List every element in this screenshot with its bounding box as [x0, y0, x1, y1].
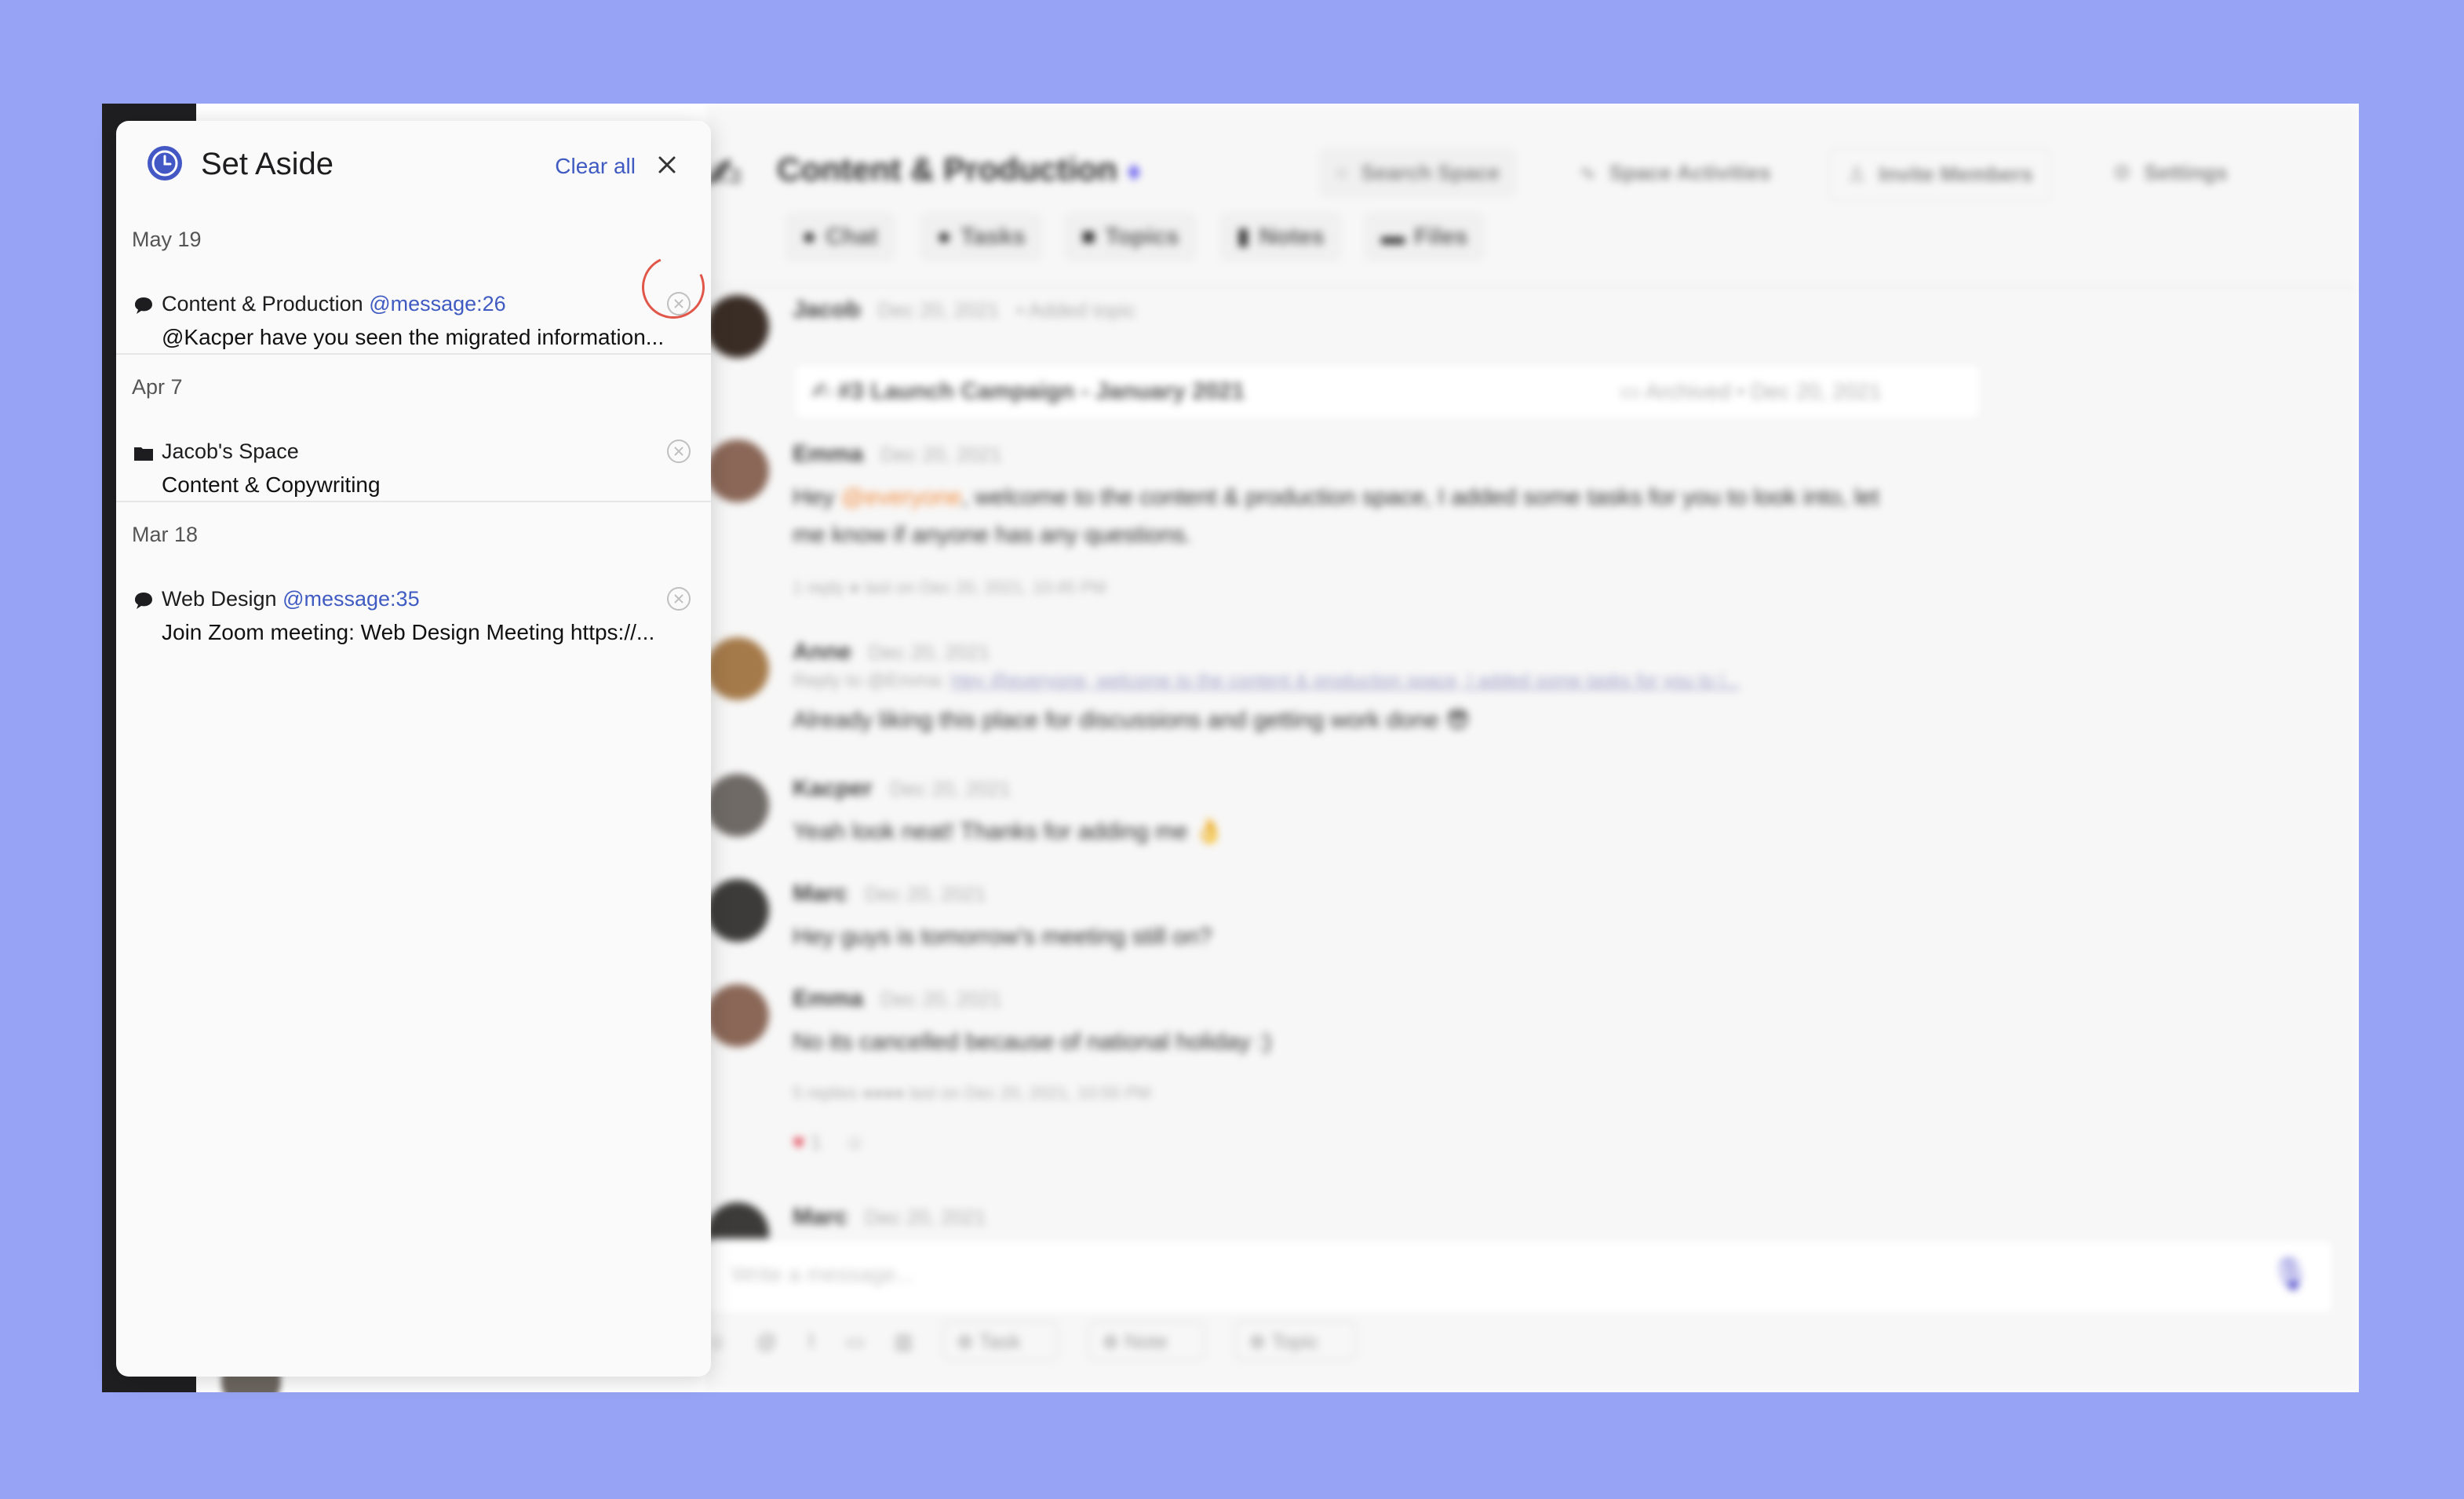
- tab-files[interactable]: ▬ Files: [1364, 212, 1485, 262]
- search-icon: ○: [1336, 161, 1349, 184]
- header-divider: [706, 286, 2359, 287]
- message-date: Dec 20, 2021: [880, 443, 1002, 466]
- chart-icon[interactable]: ▥: [894, 1329, 913, 1353]
- topic-icon: ■: [1081, 224, 1096, 250]
- chat-bubble-icon: [135, 297, 152, 314]
- at-icon[interactable]: @: [756, 1329, 777, 1353]
- clock-icon: [148, 146, 182, 181]
- mention[interactable]: @everyone: [841, 484, 962, 510]
- set-aside-item[interactable]: Content & Production @message:26 @Kacper…: [116, 290, 711, 405]
- divider: [116, 353, 711, 355]
- message-date: Dec 20, 2021: [880, 987, 1002, 1011]
- message-composer[interactable]: Write a message... 🎙: [706, 1238, 2335, 1315]
- remove-item-icon[interactable]: [665, 438, 692, 465]
- tab-notes[interactable]: ▮ Notes: [1219, 212, 1342, 262]
- item-preview: Content & Copywriting: [162, 472, 381, 497]
- folder-icon: ▬: [1381, 224, 1405, 250]
- invite-members-button[interactable]: ♙ Invite Members: [1828, 148, 2052, 201]
- message-ref-link[interactable]: @message:26: [369, 292, 506, 315]
- video-icon[interactable]: ▭: [845, 1329, 865, 1353]
- message-author: Marc Dec 20, 2021: [793, 1204, 986, 1230]
- search-space-button[interactable]: ○ Search Space: [1318, 148, 1518, 198]
- message-author: Marc Dec 20, 2021: [793, 881, 986, 906]
- writing-hand-icon: ✍: [706, 151, 742, 198]
- item-preview: @Kacper have you seen the migrated infor…: [162, 325, 665, 349]
- reaction-heart[interactable]: ♥ 1 ☺: [793, 1130, 866, 1154]
- space-main: ✍ Content & Production ♦ ○ Search Space ∿ S…: [706, 104, 2359, 1392]
- message-date: Dec 20, 2021: [865, 1205, 986, 1229]
- message-body: Yeah look neat! Thanks for adding me 👌: [793, 819, 1224, 844]
- topic-status: ▭ Archived • Dec 20, 2021: [1620, 379, 1882, 403]
- set-aside-panel: Set Aside Clear all May 19 Content & Pro…: [116, 121, 711, 1377]
- space-title: Content & Production ♦: [777, 151, 1142, 188]
- avatar: [706, 295, 769, 358]
- set-aside-item[interactable]: Web Design @message:35 Join Zoom meeting…: [116, 585, 711, 700]
- replies-summary[interactable]: 5 replies ●●●● last on Dec 20, 2021, 10:…: [793, 1083, 1151, 1103]
- avatar: [706, 637, 769, 700]
- settings-button[interactable]: ⚙ Settings: [2095, 148, 2245, 198]
- bolt-icon: ♦: [1126, 155, 1142, 187]
- composer-toolbar: ☺ @ ⌇ ▭ ▥ ⊕ Task ⊕ Note ⊕ Topic: [706, 1322, 1380, 1377]
- topic-title: ✍ #3 Launch Campaign - January 2021: [811, 378, 1245, 404]
- tab-topics[interactable]: ■ Topics: [1064, 212, 1197, 262]
- message-ref-link[interactable]: @message:35: [282, 587, 420, 611]
- message-author: Jacob Dec 20, 2021 • Added topic: [793, 297, 1136, 323]
- note-icon: ▮: [1237, 224, 1250, 250]
- activity-icon: ∿: [1579, 161, 1597, 184]
- message-body: No its cancelled because of national hol…: [793, 1029, 1272, 1055]
- close-icon[interactable]: [653, 151, 681, 179]
- divider: [116, 501, 711, 502]
- message-author: Kacper Dec 20, 2021: [793, 775, 1011, 801]
- task-icon: ●: [937, 224, 952, 250]
- message-body: Hey guys is tomorrow's meeting still on?: [793, 924, 1212, 950]
- group-date: May 19: [132, 228, 202, 251]
- item-preview: Join Zoom meeting: Web Design Meeting ht…: [162, 620, 655, 644]
- folder-icon: [134, 447, 153, 461]
- message-author: Emma Dec 20, 2021: [793, 441, 1002, 467]
- topic-card[interactable]: ✍ #3 Launch Campaign - January 2021 ▭ Ar…: [793, 363, 1982, 421]
- gear-icon: ⚙: [2112, 161, 2132, 184]
- item-source: Web Design @message:35: [162, 587, 420, 611]
- message-date: Dec 20, 2021: [869, 640, 990, 664]
- chat-icon: ●: [802, 224, 817, 250]
- message-author: Anne Dec 20, 2021: [793, 639, 990, 665]
- tab-tasks[interactable]: ● Tasks: [920, 212, 1043, 262]
- panel-title: Set Aside: [201, 147, 334, 181]
- chat-bubble-icon: [135, 593, 152, 609]
- tab-chat[interactable]: ● Chat: [785, 212, 895, 262]
- add-note-button[interactable]: ⊕ Note: [1088, 1322, 1206, 1361]
- item-source: Content & Production @message:26: [162, 292, 506, 315]
- add-topic-button[interactable]: ⊕ Topic: [1234, 1322, 1357, 1361]
- add-task-button[interactable]: ⊕ Task: [942, 1322, 1059, 1361]
- heart-icon: ♥: [793, 1130, 805, 1154]
- group-date: Apr 7: [132, 375, 183, 399]
- clear-all-button[interactable]: Clear all: [555, 152, 636, 181]
- message-date: Dec 20, 2021: [865, 882, 986, 906]
- space-activities-button[interactable]: ∿ Space Activities: [1562, 148, 1788, 198]
- message-date: Dec 20, 2021: [889, 777, 1011, 801]
- set-aside-item[interactable]: Jacob's Space Content & Copywriting: [116, 438, 711, 553]
- message-input[interactable]: Write a message...: [731, 1262, 914, 1287]
- message-meta: • Added topic: [1016, 298, 1136, 322]
- message-date: Dec 20, 2021: [877, 298, 1000, 322]
- avatar: [706, 984, 769, 1047]
- item-source: Jacob's Space: [162, 439, 299, 463]
- person-add-icon: ♙: [1847, 162, 1867, 186]
- members-count-button[interactable]: ♙♙5: [2346, 148, 2359, 198]
- reply-reference[interactable]: Reply to @Emma: Hey @everyone, welcome t…: [793, 670, 1740, 692]
- add-reaction-icon[interactable]: ☺: [844, 1130, 866, 1154]
- attachment-icon[interactable]: ⌇: [806, 1329, 816, 1353]
- group-date: Mar 18: [132, 523, 199, 546]
- avatar: [706, 774, 769, 837]
- message-body: Hey @everyone, welcome to the content & …: [793, 484, 1879, 548]
- replies-summary[interactable]: 1 reply ● last on Dec 20, 2021, 10:45 PM: [793, 578, 1106, 598]
- remove-item-icon[interactable]: [665, 585, 692, 612]
- message-body: Already liking this place for discussion…: [793, 707, 1471, 733]
- avatar: [706, 439, 769, 502]
- microphone-icon[interactable]: 🎙: [2270, 1256, 2310, 1293]
- message-author: Emma Dec 20, 2021: [793, 986, 1002, 1012]
- avatar: [706, 879, 769, 942]
